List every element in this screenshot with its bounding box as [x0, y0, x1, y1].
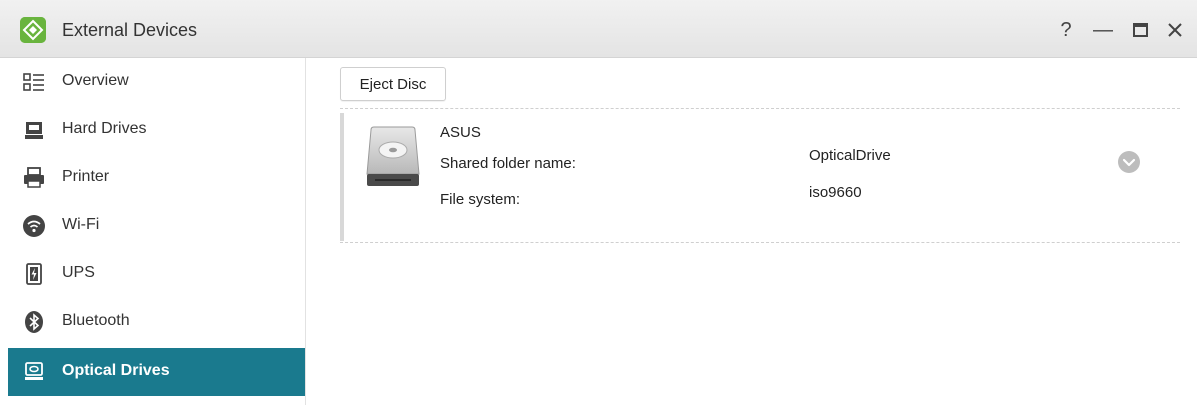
- file-system-label: File system:: [440, 191, 521, 208]
- divider: [340, 108, 1180, 109]
- close-icon: [1168, 23, 1182, 37]
- optical-drive-icon: [365, 126, 421, 188]
- expand-button[interactable]: [1117, 150, 1141, 174]
- eject-disc-button[interactable]: Eject Disc: [340, 67, 446, 101]
- sidebar-item-wifi[interactable]: Wi-Fi: [8, 202, 305, 250]
- divider: [340, 242, 1180, 243]
- optical-drive-icon: [22, 360, 46, 384]
- help-icon: ?: [1060, 19, 1072, 41]
- sidebar-item-optical-drives[interactable]: Optical Drives: [8, 348, 305, 396]
- card-accent-bar: [340, 113, 344, 241]
- sidebar-item-label: Bluetooth: [62, 312, 130, 329]
- sidebar-item-printer[interactable]: Printer: [8, 154, 305, 202]
- bluetooth-icon: [22, 310, 46, 334]
- sidebar-item-hard-drives[interactable]: Hard Drives: [8, 106, 305, 154]
- list-icon: [22, 70, 46, 94]
- sidebar-item-label: Hard Drives: [62, 120, 147, 137]
- minimize-icon: —: [1093, 19, 1113, 41]
- title-bar: External Devices ? —: [0, 0, 1197, 58]
- printer-icon: [22, 166, 46, 190]
- sidebar: Overview Hard Drives Printer Wi-Fi UPS B…: [0, 58, 306, 405]
- app-logo-icon: [20, 17, 46, 43]
- maximize-button[interactable]: [1126, 16, 1154, 44]
- sidebar-item-label: Optical Drives: [62, 362, 170, 379]
- sidebar-item-label: Printer: [62, 168, 110, 185]
- sidebar-item-bluetooth[interactable]: Bluetooth: [8, 298, 305, 346]
- shared-folder-label: Shared folder name:: [440, 155, 576, 172]
- sidebar-item-ups[interactable]: UPS: [8, 250, 305, 298]
- sidebar-item-label: UPS: [62, 264, 95, 281]
- window-title: External Devices: [62, 20, 198, 40]
- help-button[interactable]: ?: [1052, 16, 1080, 44]
- sidebar-item-label: Wi-Fi: [62, 216, 100, 233]
- shared-folder-value: OpticalDrive: [809, 147, 891, 164]
- minimize-button[interactable]: —: [1089, 16, 1117, 44]
- close-button[interactable]: [1161, 16, 1189, 44]
- file-system-value: iso9660: [809, 184, 862, 201]
- hard-drive-icon: [22, 118, 46, 142]
- sidebar-item-overview[interactable]: Overview: [8, 58, 305, 106]
- chevron-down-icon: [1118, 151, 1140, 173]
- main-panel: Eject Disc ASUS Shared folder name: Opti…: [307, 58, 1197, 405]
- sidebar-item-label: Overview: [62, 72, 129, 89]
- maximize-icon: [1133, 23, 1148, 37]
- drive-name: ASUS: [440, 124, 481, 141]
- battery-icon: [22, 262, 46, 286]
- wifi-icon: [22, 214, 46, 238]
